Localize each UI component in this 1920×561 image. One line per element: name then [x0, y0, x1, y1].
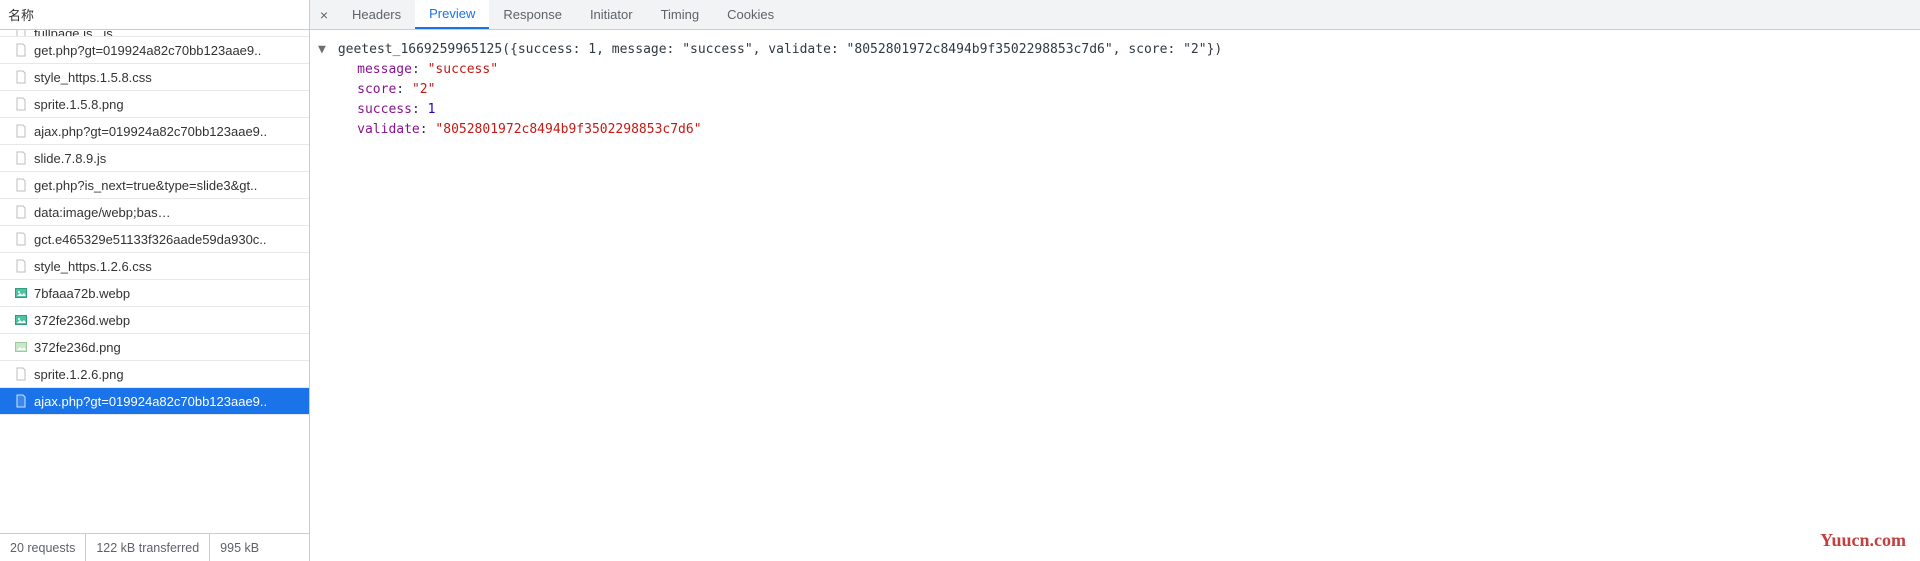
request-name: 372fe236d.png: [34, 340, 121, 355]
details-tabs-bar: × HeadersPreviewResponseInitiatorTimingC…: [310, 0, 1920, 30]
status-bar: 20 requests 122 kB transferred 995 kB: [0, 533, 309, 561]
request-name: get.php?gt=019924a82c70bb123aae9..: [34, 43, 261, 58]
json-key: score: [357, 82, 396, 97]
request-row[interactable]: 7bfaaa72b.webp: [0, 280, 309, 307]
data-icon: [14, 205, 28, 219]
expand-toggle-icon[interactable]: ▼: [318, 40, 330, 60]
request-name: 7bfaaa72b.webp: [34, 286, 130, 301]
callback-prefix: geetest_1669259965125(: [338, 42, 510, 57]
tab-timing[interactable]: Timing: [647, 0, 714, 29]
file-icon: [14, 30, 28, 37]
request-name: slide.7.8.9.js: [34, 151, 106, 166]
file-icon: [14, 43, 28, 57]
preview-content[interactable]: ▼ geetest_1669259965125({success: 1, mes…: [310, 30, 1920, 561]
requests-column-header[interactable]: 名称: [0, 0, 309, 30]
json-value: "8052801972c8494b9f3502298853c7d6": [435, 122, 701, 137]
tab-preview[interactable]: Preview: [415, 0, 489, 29]
request-name: style_https.1.5.8.css: [34, 70, 152, 85]
request-row[interactable]: sprite.1.5.8.png: [0, 91, 309, 118]
request-row[interactable]: 372fe236d.png: [0, 334, 309, 361]
summary-object: {success: 1, message: "success", validat…: [510, 42, 1214, 57]
close-icon[interactable]: ×: [310, 0, 338, 29]
file-icon: [14, 232, 28, 246]
request-row[interactable]: get.php?gt=019924a82c70bb123aae9..: [0, 37, 309, 64]
json-property: validate: "8052801972c8494b9f3502298853c…: [318, 120, 1912, 140]
callback-suffix: ): [1214, 42, 1222, 57]
details-panel: × HeadersPreviewResponseInitiatorTimingC…: [310, 0, 1920, 561]
tab-headers[interactable]: Headers: [338, 0, 415, 29]
request-name: style_https.1.2.6.css: [34, 259, 152, 274]
file-icon: [14, 70, 28, 84]
file-icon: [14, 394, 28, 408]
request-name: 372fe236d.webp: [34, 313, 130, 328]
request-row[interactable]: ajax.php?gt=019924a82c70bb123aae9..: [0, 388, 309, 415]
request-row[interactable]: gct.e465329e51133f326aade59da930c..: [0, 226, 309, 253]
file-icon: [14, 367, 28, 381]
request-name: data:image/webp;bas…: [34, 205, 171, 220]
network-requests-panel: 名称 fullpage.js...js get.php?gt=019924a82c…: [0, 0, 310, 561]
request-name: fullpage.js...js: [34, 30, 113, 37]
file-icon: [14, 151, 28, 165]
json-key: success: [357, 102, 412, 117]
request-row[interactable]: slide.7.8.9.js: [0, 145, 309, 172]
json-value: 1: [428, 102, 436, 117]
request-name: sprite.1.5.8.png: [34, 97, 124, 112]
file-icon: [14, 97, 28, 111]
request-row[interactable]: fullpage.js...js: [0, 30, 309, 37]
requests-list[interactable]: fullpage.js...js get.php?gt=019924a82c70b…: [0, 30, 309, 533]
request-name: gct.e465329e51133f326aade59da930c..: [34, 232, 267, 247]
json-value: "2": [412, 82, 435, 97]
request-name: ajax.php?gt=019924a82c70bb123aae9..: [34, 124, 267, 139]
status-transferred: 122 kB transferred: [86, 534, 210, 561]
json-property: score: "2": [318, 80, 1912, 100]
file-icon: [14, 178, 28, 192]
request-row[interactable]: 372fe236d.webp: [0, 307, 309, 334]
status-resources: 995 kB: [210, 534, 269, 561]
request-row[interactable]: style_https.1.5.8.css: [0, 64, 309, 91]
tab-response[interactable]: Response: [489, 0, 576, 29]
tab-cookies[interactable]: Cookies: [713, 0, 788, 29]
tab-initiator[interactable]: Initiator: [576, 0, 647, 29]
request-row[interactable]: get.php?is_next=true&type=slide3&gt..: [0, 172, 309, 199]
request-row[interactable]: sprite.1.2.6.png: [0, 361, 309, 388]
image-icon: [14, 340, 28, 354]
json-key: validate: [357, 122, 420, 137]
file-icon: [14, 259, 28, 273]
status-requests: 20 requests: [0, 534, 86, 561]
request-name: ajax.php?gt=019924a82c70bb123aae9..: [34, 394, 267, 409]
json-property: message: "success": [318, 60, 1912, 80]
request-row[interactable]: data:image/webp;bas…: [0, 199, 309, 226]
request-row[interactable]: style_https.1.2.6.css: [0, 253, 309, 280]
json-value: "success": [428, 62, 498, 77]
image-icon: [14, 286, 28, 300]
request-name: get.php?is_next=true&type=slide3&gt..: [34, 178, 257, 193]
file-icon: [14, 124, 28, 138]
json-key: message: [357, 62, 412, 77]
request-row[interactable]: ajax.php?gt=019924a82c70bb123aae9..: [0, 118, 309, 145]
image-icon: [14, 313, 28, 327]
request-name: sprite.1.2.6.png: [34, 367, 124, 382]
json-property: success: 1: [318, 100, 1912, 120]
